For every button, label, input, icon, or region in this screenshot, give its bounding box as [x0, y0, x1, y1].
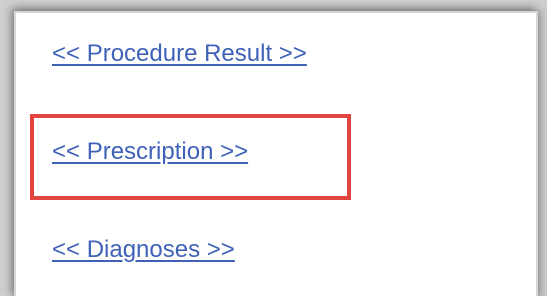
prescription-link[interactable]: << Prescription >> [52, 137, 248, 167]
procedure-result-link[interactable]: << Procedure Result >> [52, 39, 307, 69]
links-panel: << Procedure Result >> << Prescription >… [14, 11, 538, 296]
diagnoses-link[interactable]: << Diagnoses >> [52, 235, 235, 265]
